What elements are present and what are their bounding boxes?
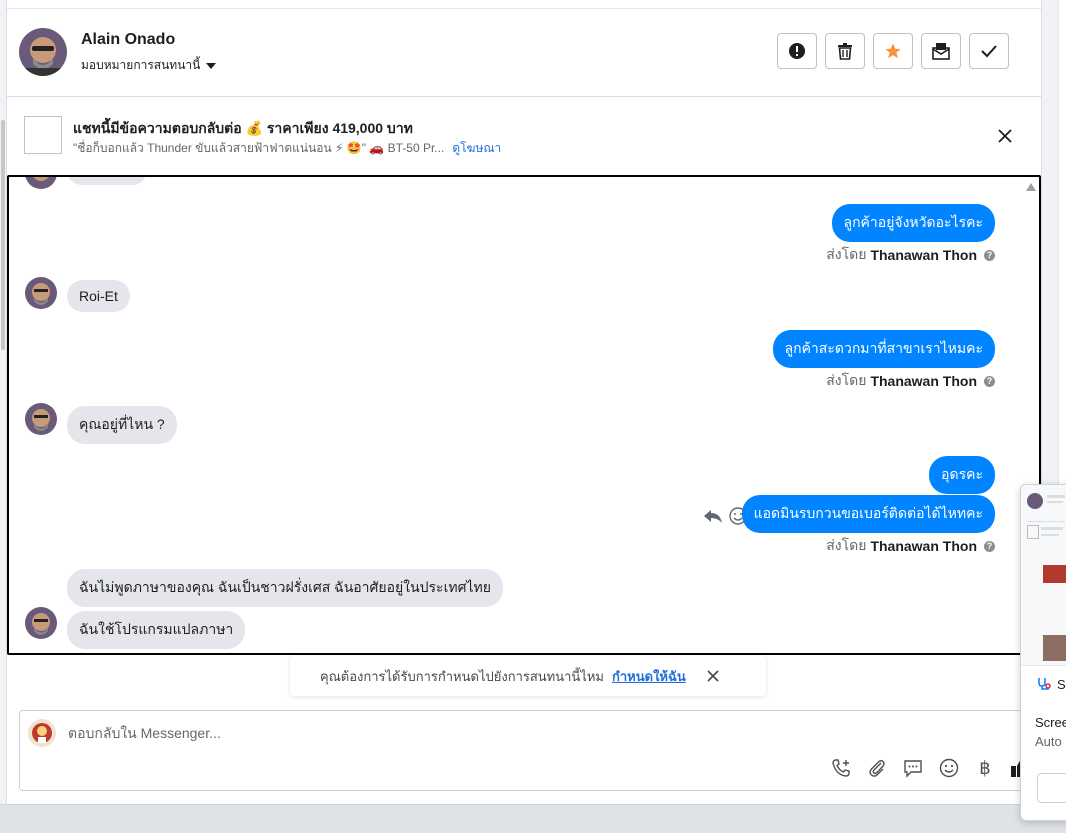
- message-bubble-incoming[interactable]: ฉันไม่พูดภาษาของคุณ ฉันเป็นชาวฝรั่งเศส ฉ…: [67, 569, 503, 607]
- ad-description: "ชื่อก็บอกแล้ว Thunder ขับแล้วสายฟ้าฟาดแ…: [73, 141, 445, 155]
- bottom-strip: [0, 804, 1066, 833]
- trash-icon: [838, 43, 852, 60]
- message-bubble-outgoing[interactable]: อุดรคะ: [929, 456, 995, 494]
- widget-button[interactable]: [1037, 773, 1066, 803]
- close-icon[interactable]: [706, 669, 720, 683]
- conversation-toolbar: [777, 33, 1009, 69]
- sent-by-prefix: ส่งโดย: [826, 372, 867, 388]
- view-ad-link[interactable]: ดูโฆษณา: [452, 141, 501, 155]
- left-scroll-strip: [0, 0, 7, 804]
- reply-icon[interactable]: [703, 508, 723, 529]
- conversation-header: Alain Onado มอบหมายการสนทนานี้: [7, 8, 1041, 97]
- message-bubble-outgoing[interactable]: ลูกค้าสะดวกมาที่สาขาเราไหมคะ: [772, 330, 995, 368]
- toast-text: คุณต้องการได้รับการกำหนดไปยังการสนทนานี้…: [320, 668, 604, 684]
- emoji-icon[interactable]: [938, 757, 960, 779]
- stethoscope-icon: [1037, 677, 1051, 691]
- contact-avatar[interactable]: [19, 28, 67, 76]
- widget-preview: [1021, 485, 1066, 666]
- agent-name: Thanawan Thon: [870, 373, 977, 389]
- sender-avatar[interactable]: [25, 607, 57, 639]
- sender-avatar[interactable]: [25, 403, 57, 435]
- message-bubble-incoming[interactable]: Roi-Et: [67, 280, 130, 312]
- agent-name: Thanawan Thon: [870, 538, 977, 554]
- widget-icon-letter: S: [1057, 677, 1066, 692]
- message-actions: [703, 507, 747, 530]
- assign-conversation-dropdown[interactable]: มอบหมายการสนทนานี้: [81, 56, 217, 75]
- assign-suggestion-toast: คุณต้องการได้รับการกำหนดไปยังการสนทนานี้…: [290, 656, 766, 696]
- sender-avatar[interactable]: [25, 277, 57, 309]
- alert-icon: [789, 43, 805, 59]
- ad-title: แชทนี้มีข้อความตอบกลับต่อ 💰 ราคาเพียง 41…: [73, 120, 413, 136]
- spam-button[interactable]: [777, 33, 817, 69]
- check-icon: [981, 45, 997, 58]
- contact-name: Alain Onado: [81, 31, 176, 48]
- widget-thumb: [1027, 525, 1039, 539]
- follow-up-button[interactable]: [873, 33, 913, 69]
- scroll-up-arrow-icon[interactable]: [1026, 183, 1036, 191]
- close-icon[interactable]: [995, 126, 1015, 146]
- message-thread: ลูกค้าอยู่จังหวัดอะไรคะ ส่งโดย Thanawan T…: [7, 175, 1041, 655]
- message-bubble-incoming[interactable]: ฉันใช้โปรแกรมแปลภาษา: [67, 611, 246, 649]
- widget-label-2: Auto: [1035, 734, 1062, 749]
- sent-by-label: ส่งโดย Thanawan Thon?: [826, 535, 995, 557]
- widget-image-photo: [1043, 635, 1066, 661]
- sender-avatar: [25, 177, 57, 189]
- sent-by-label: ส่งโดย Thanawan Thon?: [826, 370, 995, 392]
- delete-button[interactable]: [825, 33, 865, 69]
- ad-subtitle: "ชื่อก็บอกแล้ว Thunder ขับแล้วสายฟ้าฟาดแ…: [73, 139, 501, 158]
- assign-label: มอบหมายการสนทนานี้: [81, 58, 201, 72]
- message-bubble-outgoing[interactable]: แอดมินรบกวนขอเบอร์ติดต่อได้ไหทคะ: [741, 495, 995, 533]
- message-bubble-incoming[interactable]: คุณอยู่ที่ไหน ?: [67, 406, 177, 444]
- call-icon[interactable]: [830, 757, 852, 779]
- message-bubble-outgoing[interactable]: ลูกค้าอยู่จังหวัดอะไรคะ: [831, 204, 995, 242]
- widget-avatar: [1027, 493, 1043, 509]
- composer-toolbar: ฿: [830, 757, 1032, 779]
- reply-input[interactable]: [68, 725, 768, 741]
- widget-image-car: [1043, 565, 1066, 583]
- sent-by-prefix: ส่งโดย: [826, 537, 867, 553]
- saved-reply-icon[interactable]: [902, 757, 924, 779]
- help-icon[interactable]: ?: [984, 375, 995, 387]
- mark-unread-icon: [932, 43, 950, 60]
- assign-to-me-link[interactable]: กำหนดให้ฉัน: [612, 666, 686, 687]
- attachment-icon[interactable]: [866, 757, 888, 779]
- page-avatar: [28, 719, 56, 747]
- ad-thumbnail[interactable]: [24, 116, 62, 154]
- agent-name: Thanawan Thon: [870, 247, 977, 263]
- chevron-down-icon: [206, 62, 217, 69]
- message-composer: ฿: [19, 710, 1039, 791]
- ad-context-bar: แชทนี้มีข้อความตอบกลับต่อ 💰 ราคาเพียง 41…: [7, 96, 1041, 174]
- floating-screenshot-widget[interactable]: S Scree Auto: [1020, 484, 1066, 821]
- sent-by-prefix: ส่งโดย: [826, 246, 867, 262]
- sent-by-label: ส่งโดย Thanawan Thon?: [826, 244, 995, 266]
- help-icon[interactable]: ?: [984, 249, 995, 261]
- message-bubble-partial: [67, 177, 147, 185]
- done-button[interactable]: [969, 33, 1009, 69]
- star-icon: [885, 43, 901, 59]
- widget-label-1: Scree: [1035, 715, 1066, 730]
- payment-baht-icon[interactable]: ฿: [974, 757, 996, 779]
- conversation-panel: Alain Onado มอบหมายการสนทนานี้ แชทนี้มีข…: [7, 0, 1041, 804]
- mark-unread-button[interactable]: [921, 33, 961, 69]
- left-scrollbar-thumb[interactable]: [1, 120, 5, 350]
- help-icon[interactable]: ?: [984, 540, 995, 552]
